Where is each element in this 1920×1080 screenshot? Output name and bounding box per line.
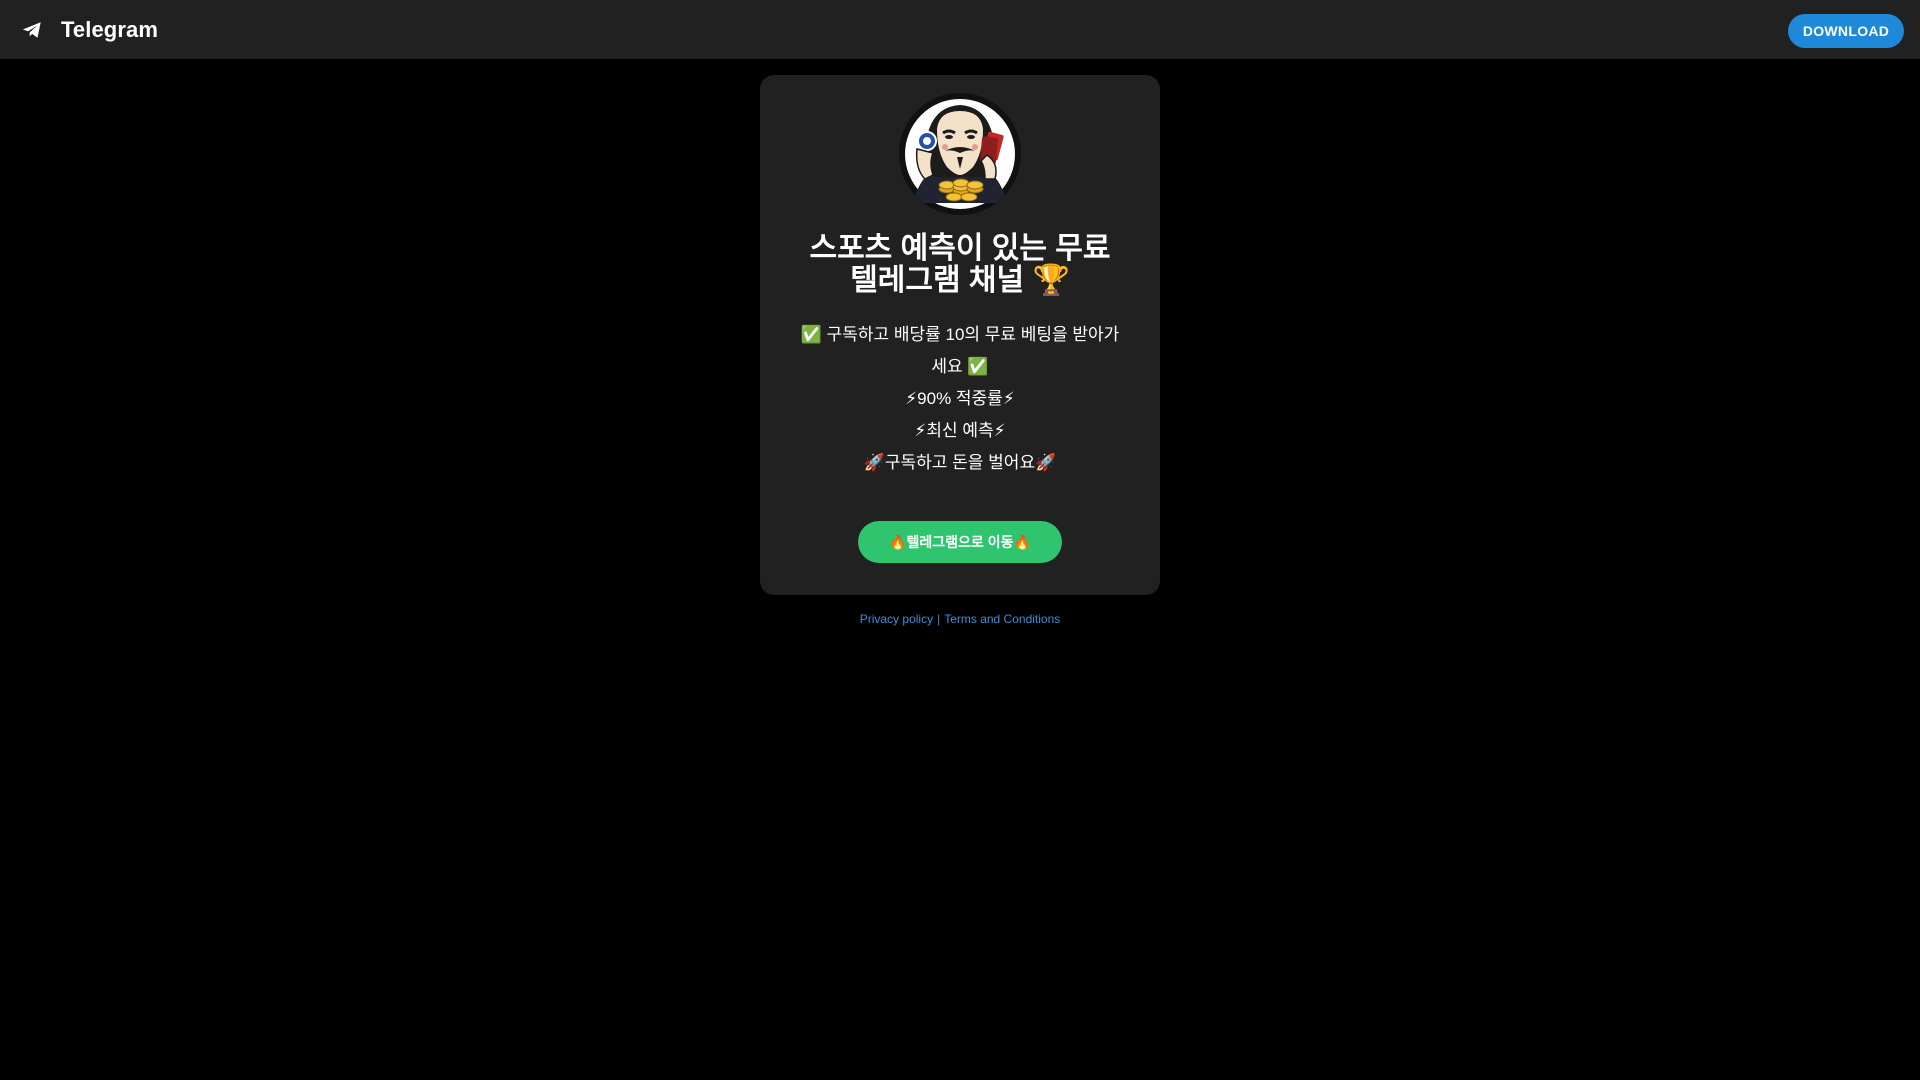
top-bar: Telegram DOWNLOAD — [0, 0, 1920, 59]
channel-title: 스포츠 예측이 있는 무료 텔레그램 채널 🏆 — [809, 232, 1111, 297]
masked-gambler-avatar — [899, 93, 1021, 215]
download-button[interactable]: DOWNLOAD — [1788, 14, 1904, 48]
channel-card: 스포츠 예측이 있는 무료 텔레그램 채널 🏆 ✅ 구독하고 배당률 10의 무… — [760, 75, 1160, 595]
telegram-home-link[interactable]: Telegram — [21, 17, 158, 43]
telegram-plane-icon — [21, 19, 43, 41]
channel-avatar — [899, 93, 1021, 215]
description-line: ✅ 구독하고 배당률 10의 무료 베팅을 받아가세요 ✅ — [800, 325, 1120, 376]
description-line: 🚀구독하고 돈을 벌어요🚀 — [863, 453, 1057, 472]
footer-separator: | — [937, 612, 941, 626]
terms-link[interactable]: Terms and Conditions — [944, 612, 1060, 626]
description-line: ⚡최신 예측⚡ — [914, 421, 1006, 440]
privacy-policy-link[interactable]: Privacy policy — [860, 612, 933, 626]
app-name: Telegram — [61, 16, 158, 42]
footer-links: Privacy policy | Terms and Conditions — [760, 612, 1160, 626]
description-line: ⚡90% 적중률⚡ — [905, 389, 1015, 408]
open-in-telegram-button[interactable]: 🔥텔레그램으로 이동🔥 — [858, 521, 1062, 563]
channel-description: ✅ 구독하고 배당률 10의 무료 베팅을 받아가세요 ✅ ⚡90% 적중률⚡ … — [800, 319, 1120, 479]
